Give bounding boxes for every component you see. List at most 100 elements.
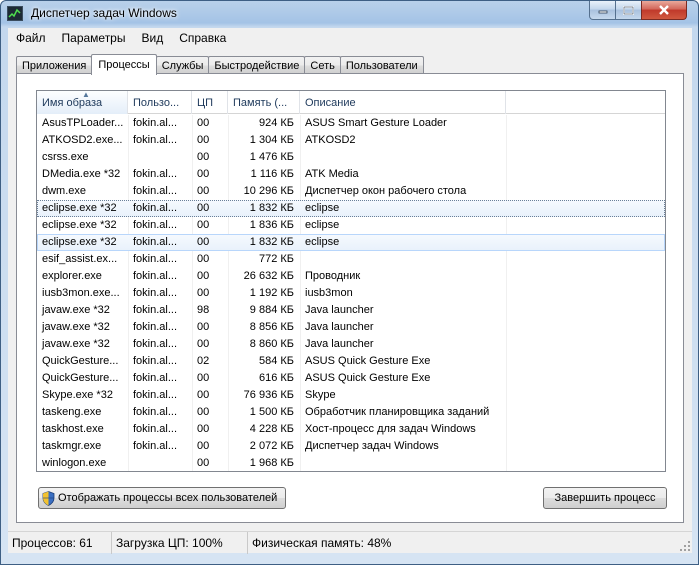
cell-cpu: 02: [197, 355, 210, 367]
table-row[interactable]: eclipse.exe *32 fokin.al... 00 1 836 КБ ecli…: [37, 217, 665, 234]
cell-image-name: javaw.exe *32: [42, 338, 110, 350]
cell-memory: 76 936 КБ: [243, 389, 294, 401]
cell-memory: 1 192 КБ: [249, 287, 294, 299]
cell-user: fokin.al...: [133, 372, 178, 384]
tab-services[interactable]: Службы: [155, 56, 210, 74]
tab-applications[interactable]: Приложения: [16, 56, 93, 74]
cell-description: Java launcher: [305, 304, 374, 316]
column-user[interactable]: Пользо...: [128, 91, 192, 114]
cell-description: Java launcher: [305, 338, 374, 350]
process-list-header: ▲ Имя образа Пользо... ЦП Память (... Оп…: [37, 91, 665, 114]
cell-cpu: 00: [197, 321, 210, 333]
table-row[interactable]: dwm.exe fokin.al... 00 10 296 КБ Диспетчер о…: [37, 183, 665, 200]
cell-cpu: 00: [197, 338, 210, 350]
table-row[interactable]: csrss.exe 00 1 476 КБ: [37, 149, 665, 166]
client-area: Приложения Процессы Службы Быстродействи…: [8, 48, 692, 531]
minimize-button[interactable]: [589, 1, 616, 20]
cell-memory: 924 КБ: [258, 117, 294, 129]
cell-image-name: taskeng.exe: [42, 406, 102, 418]
tab-networking[interactable]: Сеть: [304, 56, 341, 74]
cell-memory: 10 296 КБ: [243, 185, 294, 197]
table-row[interactable]: esif_assist.ex... fokin.al... 00 772 КБ: [37, 251, 665, 268]
process-rows: AsusTPLoader... fokin.al... 00 924 КБ ASUS S…: [37, 115, 665, 471]
cell-cpu: 00: [197, 134, 210, 146]
close-icon: [659, 5, 669, 15]
cell-image-name: DMedia.exe *32: [42, 168, 121, 180]
menu-view[interactable]: Вид: [133, 31, 171, 45]
cell-image-name: dwm.exe: [42, 185, 87, 197]
cell-memory: 9 884 КБ: [249, 304, 294, 316]
tab-users[interactable]: Пользователи: [339, 56, 424, 74]
menu-file[interactable]: Файл: [8, 31, 54, 45]
table-row[interactable]: javaw.exe *32 fokin.al... 98 9 884 КБ Java l…: [37, 302, 665, 319]
cell-cpu: 00: [197, 423, 210, 435]
table-row[interactable]: eclipse.exe *32 fokin.al... 00 1 832 КБ ecli…: [37, 234, 665, 251]
cell-image-name: explorer.exe: [42, 270, 102, 282]
show-all-processes-button[interactable]: Отображать процессы всех пользователей: [38, 487, 286, 509]
table-row[interactable]: javaw.exe *32 fokin.al... 00 8 856 КБ Java l…: [37, 319, 665, 336]
cell-cpu: 00: [197, 389, 210, 401]
cell-user: fokin.al...: [133, 406, 178, 418]
table-row[interactable]: Skype.exe *32 fokin.al... 00 76 936 КБ Skype: [37, 387, 665, 404]
cell-memory: 26 632 КБ: [243, 270, 294, 282]
cell-description: iusb3mon: [305, 287, 353, 299]
cell-memory: 8 856 КБ: [249, 321, 294, 333]
cell-cpu: 00: [197, 457, 210, 469]
process-list[interactable]: ▲ Имя образа Пользо... ЦП Память (... Оп…: [36, 90, 666, 472]
close-button[interactable]: [641, 1, 687, 20]
cell-memory: 1 968 КБ: [249, 457, 294, 469]
table-row[interactable]: javaw.exe *32 fokin.al... 00 8 860 КБ Java l…: [37, 336, 665, 353]
table-row[interactable]: taskhost.exe fokin.al... 00 4 228 КБ Хост-пр…: [37, 421, 665, 438]
cell-cpu: 00: [197, 270, 210, 282]
cell-user: fokin.al...: [133, 253, 178, 265]
status-cpu-usage: Загрузка ЦП: 100%: [112, 532, 248, 554]
resize-grip-icon[interactable]: [680, 541, 690, 551]
table-row[interactable]: eclipse.exe *32 fokin.al... 00 1 832 КБ ecli…: [37, 200, 665, 217]
tab-processes[interactable]: Процессы: [91, 54, 157, 75]
task-manager-icon[interactable]: [7, 6, 23, 21]
menu-options[interactable]: Параметры: [54, 31, 134, 45]
cell-image-name: csrss.exe: [42, 151, 89, 163]
cell-description: Обработчик планировщика заданий: [305, 406, 490, 418]
tab-performance[interactable]: Быстродействие: [208, 56, 306, 74]
cell-description: eclipse: [305, 219, 340, 231]
cell-cpu: 00: [197, 406, 210, 418]
maximize-button[interactable]: [615, 1, 642, 20]
cell-description: ASUS Quick Gesture Exe: [305, 355, 431, 367]
table-row[interactable]: iusb3mon.exe... fokin.al... 00 1 192 КБ iusb…: [37, 285, 665, 302]
table-row[interactable]: QuickGesture... fokin.al... 00 616 КБ ASUS Q…: [37, 370, 665, 387]
column-image-name[interactable]: ▲ Имя образа: [37, 91, 128, 114]
cell-description: Java launcher: [305, 321, 374, 333]
column-cpu[interactable]: ЦП: [192, 91, 228, 114]
title-bar[interactable]: Диспетчер задач Windows: [1, 1, 698, 27]
table-row[interactable]: ATKOSD2.exe... fokin.al... 00 1 304 КБ ATKOS…: [37, 132, 665, 149]
cell-user: fokin.al...: [133, 321, 178, 333]
cell-image-name: Skype.exe *32: [42, 389, 113, 401]
cell-description: Диспетчер задач Windows: [305, 440, 439, 452]
column-description[interactable]: Описание: [300, 91, 506, 114]
cell-description: ATK Media: [305, 168, 359, 180]
cell-image-name: taskhost.exe: [42, 423, 104, 435]
cell-description: Skype: [305, 389, 336, 401]
cell-description: eclipse: [305, 202, 340, 214]
menu-help[interactable]: Справка: [171, 31, 234, 45]
end-process-button[interactable]: Завершить процесс: [543, 487, 667, 509]
table-row[interactable]: QuickGesture... fokin.al... 02 584 КБ ASUS Q…: [37, 353, 665, 370]
table-row[interactable]: taskeng.exe fokin.al... 00 1 500 КБ Обработч…: [37, 404, 665, 421]
table-row[interactable]: DMedia.exe *32 fokin.al... 00 1 116 КБ ATK M…: [37, 166, 665, 183]
table-row[interactable]: winlogon.exe 00 1 968 КБ: [37, 455, 665, 471]
cell-cpu: 98: [197, 304, 210, 316]
cell-memory: 1 500 КБ: [249, 406, 294, 418]
cell-cpu: 00: [197, 202, 210, 214]
show-all-processes-label: Отображать процессы всех пользователей: [58, 492, 278, 504]
sort-ascending-icon: ▲: [82, 91, 90, 99]
table-row[interactable]: taskmgr.exe fokin.al... 00 2 072 КБ Диспетче…: [37, 438, 665, 455]
cell-image-name: taskmgr.exe: [42, 440, 102, 452]
table-row[interactable]: explorer.exe fokin.al... 00 26 632 КБ Провод…: [37, 268, 665, 285]
cell-user: fokin.al...: [133, 219, 178, 231]
minimize-icon: [598, 10, 607, 14]
maximize-icon: [623, 5, 634, 15]
column-memory[interactable]: Память (...: [228, 91, 300, 114]
cell-memory: 1 832 КБ: [249, 236, 294, 248]
table-row[interactable]: AsusTPLoader... fokin.al... 00 924 КБ ASUS S…: [37, 115, 665, 132]
